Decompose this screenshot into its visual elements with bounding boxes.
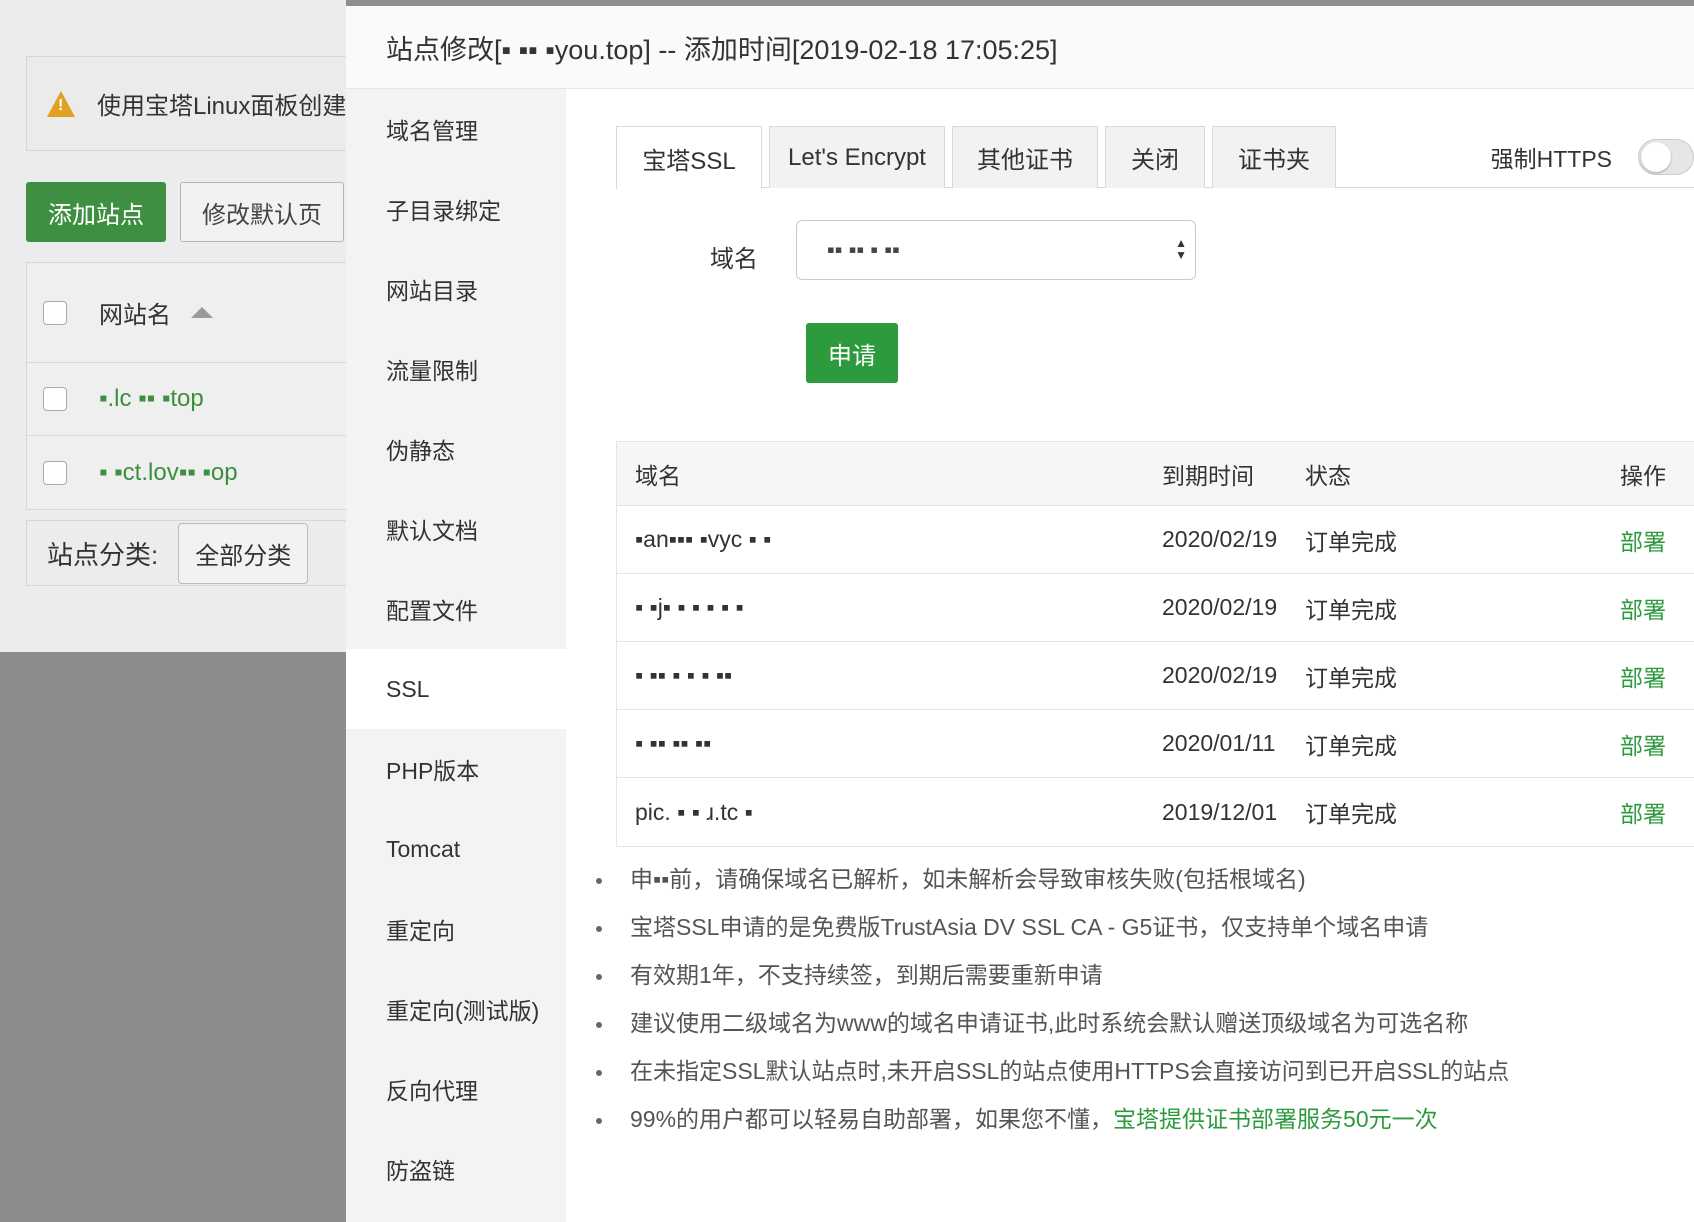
cert-expire: 2019/12/01	[1162, 798, 1278, 825]
menu-item-subdirectory-binding[interactable]: 子目录绑定	[346, 169, 566, 249]
domain-select-value: ▪▪ ▪▪ ▪ ▪▪	[827, 237, 900, 262]
cert-status: 订单完成	[1305, 801, 1397, 827]
ssl-notes: 申▪▪前，请确保域名已解析，如未解析会导致审核失败(包括根域名) 宝塔SSL申请…	[596, 864, 1694, 1152]
table-row: ▪ ▪j▪ ▪ ▪ ▪ ▪ ▪ 2020/02/19 订单完成 部署	[617, 574, 1694, 642]
tab-other-cert[interactable]: 其他证书	[952, 126, 1098, 188]
menu-item-redirect-beta[interactable]: 重定向(测试版)	[346, 969, 566, 1049]
cert-table: 域名 到期时间 状态 操作 ▪an▪▪▪ ▪vyc ▪ ▪ 2020/02/19…	[616, 441, 1694, 847]
alert-text: 使用宝塔Linux面板创建	[97, 93, 347, 120]
note-item: 有效期1年，不支持续签，到期后需要重新申请	[596, 960, 1694, 1008]
menu-item-rewrite[interactable]: 伪静态	[346, 409, 566, 489]
modal-title: 站点修改[▪ ▪▪ ▪you.top] -- 添加时间[2019-02-18 1…	[346, 6, 1694, 89]
menu-item-site-directory[interactable]: 网站目录	[346, 249, 566, 329]
row-checkbox[interactable]	[43, 387, 67, 411]
header-operation: 操作	[1620, 462, 1666, 489]
cert-expire: 2020/01/11	[1162, 730, 1276, 756]
site-link[interactable]: ▪ ▪ct.lov▪▪ ▪op	[99, 459, 238, 487]
site-name-header[interactable]: 网站名	[99, 295, 171, 330]
menu-item-tomcat[interactable]: Tomcat	[346, 809, 566, 889]
deploy-link[interactable]: 部署	[1620, 591, 1694, 625]
apply-button[interactable]: 申请	[806, 323, 898, 383]
tab-baota-ssl[interactable]: 宝塔SSL	[616, 126, 762, 189]
cert-expire: 2020/02/19	[1162, 662, 1278, 688]
note-item: 宝塔SSL申请的是免费版TrustAsia DV SSL CA - G5证书，仅…	[596, 912, 1694, 960]
row-checkbox[interactable]	[43, 460, 67, 485]
ssl-panel: 宝塔SSL Let's Encrypt 其他证书 关闭 证书夹 强制HTTPS …	[566, 89, 1694, 1222]
table-row: ▪.lc ▪▪ ▪top	[27, 363, 355, 436]
force-https-control: 强制HTTPS	[1491, 126, 1694, 188]
category-label: 站点分类:	[47, 539, 159, 570]
cert-status: 订单完成	[1305, 664, 1397, 691]
add-site-button[interactable]: 添加站点	[26, 182, 166, 242]
deploy-link[interactable]: 部署	[1620, 727, 1694, 761]
sort-up-icon[interactable]	[191, 307, 213, 318]
category-select[interactable]: 全部分类	[178, 522, 309, 584]
cert-domain: ▪an▪▪▪ ▪vyc ▪ ▪	[635, 526, 772, 552]
menu-item-php-version[interactable]: PHP版本	[346, 729, 566, 809]
warning-alert: 使用宝塔Linux面板创建	[26, 56, 356, 151]
overlay-shade	[0, 652, 346, 1222]
site-settings-modal: 站点修改[▪ ▪▪ ▪you.top] -- 添加时间[2019-02-18 1…	[346, 6, 1694, 1222]
note-item: 99%的用户都可以轻易自助部署，如果您不懂，宝塔提供证书部署服务50元一次	[596, 1104, 1694, 1152]
deploy-link[interactable]: 部署	[1620, 795, 1694, 829]
tab-cert-folder[interactable]: 证书夹	[1212, 126, 1336, 188]
cert-expire: 2020/02/19	[1162, 594, 1278, 620]
tab-close[interactable]: 关闭	[1105, 126, 1205, 188]
background-page: 使用宝塔Linux面板创建 添加站点 修改默认页 网站名 ▪.lc ▪▪ ▪to…	[0, 0, 356, 652]
table-row: ▪ ▪▪ ▪ ▪ ▪ ▪▪ 2020/02/19 订单完成 部署	[617, 642, 1694, 710]
modify-default-page-button[interactable]: 修改默认页	[180, 182, 344, 242]
deploy-link[interactable]: 部署	[1620, 659, 1694, 693]
deploy-link[interactable]: 部署	[1620, 523, 1694, 557]
select-arrows-icon: ▲ ▼	[1175, 236, 1187, 262]
domain-label: 域名	[710, 246, 758, 273]
menu-item-config-file[interactable]: 配置文件	[346, 569, 566, 649]
table-row: ▪an▪▪▪ ▪vyc ▪ ▪ 2020/02/19 订单完成 部署	[617, 506, 1694, 574]
cert-status: 订单完成	[1305, 528, 1397, 555]
cert-expire: 2020/02/19	[1162, 526, 1278, 552]
header-expire: 到期时间	[1162, 462, 1254, 489]
header-status: 状态	[1305, 462, 1351, 489]
menu-item-default-document[interactable]: 默认文档	[346, 489, 566, 569]
tab-lets-encrypt[interactable]: Let's Encrypt	[769, 126, 945, 188]
note-item: 建议使用二级域名为www的域名申请证书,此时系统会默认赠送顶级域名为可选名称	[596, 1008, 1694, 1056]
site-link[interactable]: ▪.lc ▪▪ ▪top	[99, 385, 204, 413]
header-domain: 域名	[635, 462, 681, 489]
select-all-checkbox[interactable]	[43, 300, 67, 325]
warning-icon	[47, 90, 75, 117]
menu-item-traffic-limit[interactable]: 流量限制	[346, 329, 566, 409]
settings-side-menu: 域名管理 子目录绑定 网站目录 流量限制 伪静态 默认文档 配置文件 SSL P…	[346, 89, 566, 1222]
force-https-label: 强制HTTPS	[1490, 146, 1612, 172]
cert-status: 订单完成	[1305, 732, 1397, 759]
cert-domain: ▪ ▪j▪ ▪ ▪ ▪ ▪ ▪	[635, 594, 744, 620]
menu-item-reverse-proxy[interactable]: 反向代理	[346, 1049, 566, 1129]
menu-item-redirect[interactable]: 重定向	[346, 889, 566, 969]
note-item: 申▪▪前，请确保域名已解析，如未解析会导致审核失败(包括根域名)	[596, 864, 1694, 912]
menu-item-hotlink-protection[interactable]: 防盗链	[346, 1129, 566, 1209]
cert-status: 订单完成	[1305, 596, 1397, 623]
site-category-filter: 站点分类: 全部分类	[26, 520, 356, 586]
deploy-service-link[interactable]: 宝塔提供证书部署服务50元一次	[1113, 1106, 1438, 1132]
cert-table-header: 域名 到期时间 状态 操作	[617, 442, 1694, 506]
note-item: 在未指定SSL默认站点时,未开启SSL的站点使用HTTPS会直接访问到已开启SS…	[596, 1056, 1694, 1104]
domain-select[interactable]: ▪▪ ▪▪ ▪ ▪▪ ▲ ▼	[796, 220, 1196, 280]
table-row: ▪ ▪ct.lov▪▪ ▪op	[27, 436, 355, 509]
table-row: pic. ▪ ▪ ɹ.tc ▪ 2019/12/01 订单完成 部署	[617, 778, 1694, 846]
force-https-toggle[interactable]	[1638, 139, 1694, 175]
menu-item-ssl[interactable]: SSL	[346, 649, 566, 729]
sites-table: 网站名 ▪.lc ▪▪ ▪top ▪ ▪ct.lov▪▪ ▪op	[26, 262, 356, 510]
sites-table-header: 网站名	[27, 263, 355, 363]
cert-domain: ▪ ▪▪ ▪ ▪ ▪ ▪▪	[635, 662, 733, 688]
cert-domain: ▪ ▪▪ ▪▪ ▪▪	[635, 730, 712, 756]
note-text: 99%的用户都可以轻易自助部署，如果您不懂，	[630, 1106, 1114, 1132]
menu-item-domain-management[interactable]: 域名管理	[346, 89, 566, 169]
cert-domain: pic. ▪ ▪ ɹ.tc ▪	[635, 798, 753, 825]
table-row: ▪ ▪▪ ▪▪ ▪▪ 2020/01/11 订单完成 部署	[617, 710, 1694, 778]
